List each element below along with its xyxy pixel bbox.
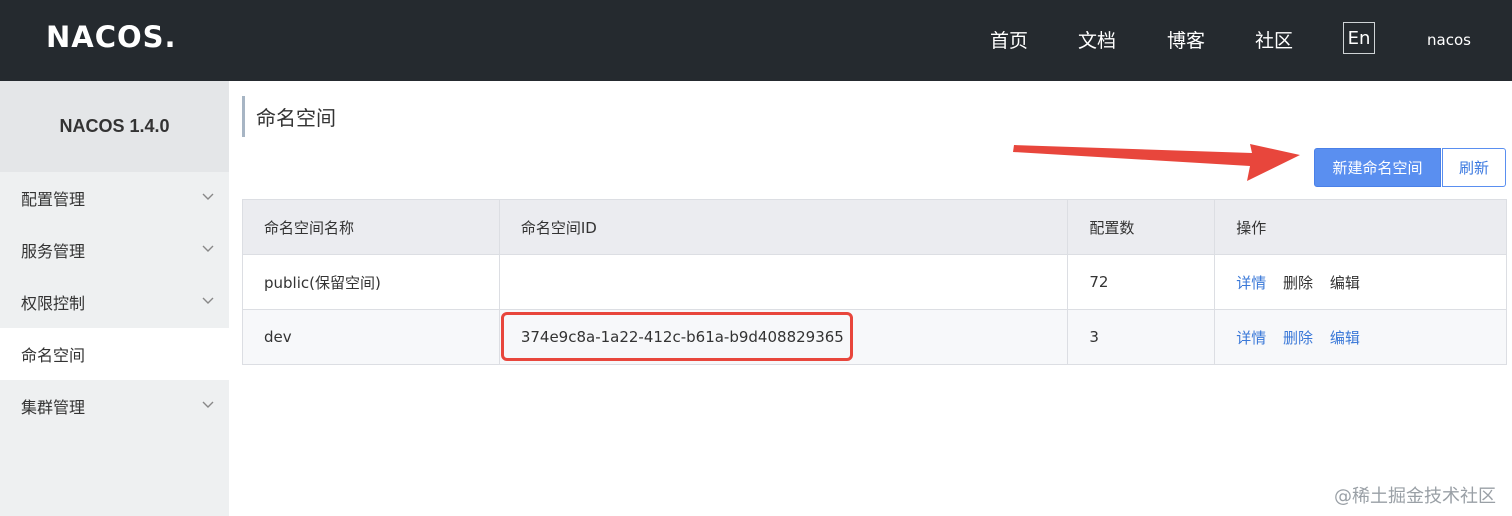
sidebar-item-label: 服务管理	[21, 242, 86, 261]
table-header-row: 命名空间名称 命名空间ID 配置数 操作	[242, 199, 1507, 255]
sidebar-item-config-management[interactable]: 配置管理	[0, 172, 229, 224]
highlight-annotation-box	[501, 312, 853, 361]
row-actions: 详情 删除 编辑	[1214, 254, 1507, 310]
refresh-button[interactable]: 刷新	[1442, 148, 1506, 187]
table-row: dev 374e9c8a-1a22-412c-b61a-b9d408829365…	[242, 309, 1507, 365]
sidebar-item-label: 权限控制	[21, 294, 86, 313]
page-title-bar: 命名空间	[242, 96, 336, 137]
chevron-down-icon	[202, 401, 214, 408]
namespace-name: public(保留空间)	[242, 254, 500, 310]
row-actions: 详情 删除 编辑	[1214, 309, 1507, 365]
chevron-down-icon	[202, 193, 214, 200]
nav-community[interactable]: 社区	[1255, 26, 1293, 53]
config-count: 3	[1067, 309, 1216, 365]
language-switch-button[interactable]: En	[1343, 22, 1375, 54]
sidebar: NACOS 1.4.0 配置管理 服务管理 权限控制 命名空间 集群管理	[0, 81, 229, 516]
edit-link[interactable]: 编辑	[1330, 274, 1360, 292]
sidebar-item-label: 配置管理	[21, 190, 86, 209]
table-row: public(保留空间) 72 详情 删除 编辑	[242, 254, 1507, 310]
logo-text: NACOS.	[46, 20, 177, 54]
details-link[interactable]: 详情	[1236, 329, 1266, 347]
delete-link[interactable]: 删除	[1283, 329, 1313, 347]
details-link[interactable]: 详情	[1236, 274, 1266, 292]
nacos-logo[interactable]: NACOS.	[46, 20, 177, 54]
column-header-actions: 操作	[1214, 199, 1507, 255]
page-title: 命名空间	[256, 106, 336, 130]
top-navbar: NACOS. 首页 文档 博客 社区 En nacos	[0, 0, 1512, 81]
nav-docs[interactable]: 文档	[1078, 26, 1116, 53]
namespace-id	[498, 254, 1069, 310]
chevron-down-icon	[202, 245, 214, 252]
column-header-id: 命名空间ID	[498, 199, 1069, 255]
namespace-name: dev	[242, 309, 500, 365]
nav-blog[interactable]: 博客	[1167, 26, 1205, 53]
watermark: @稀土掘金技术社区	[1334, 486, 1496, 507]
namespace-table: 命名空间名称 命名空间ID 配置数 操作 public(保留空间) 72 详情 …	[242, 199, 1507, 365]
column-header-count: 配置数	[1067, 199, 1216, 255]
user-name[interactable]: nacos	[1427, 31, 1471, 49]
column-header-name: 命名空间名称	[242, 199, 500, 255]
sidebar-item-label: 集群管理	[21, 398, 86, 417]
create-namespace-button[interactable]: 新建命名空间	[1314, 148, 1441, 187]
nav-home[interactable]: 首页	[990, 26, 1028, 53]
sidebar-item-access-control[interactable]: 权限控制	[0, 276, 229, 328]
edit-link[interactable]: 编辑	[1330, 329, 1360, 347]
annotation-arrow	[1013, 144, 1300, 181]
config-count: 72	[1067, 254, 1216, 310]
delete-link[interactable]: 删除	[1283, 274, 1313, 292]
sidebar-title: NACOS 1.4.0	[0, 81, 229, 172]
chevron-down-icon	[202, 297, 214, 304]
sidebar-item-cluster-management[interactable]: 集群管理	[0, 380, 229, 432]
sidebar-item-namespace[interactable]: 命名空间	[0, 328, 229, 380]
sidebar-item-service-management[interactable]: 服务管理	[0, 224, 229, 276]
sidebar-item-label: 命名空间	[21, 346, 86, 365]
